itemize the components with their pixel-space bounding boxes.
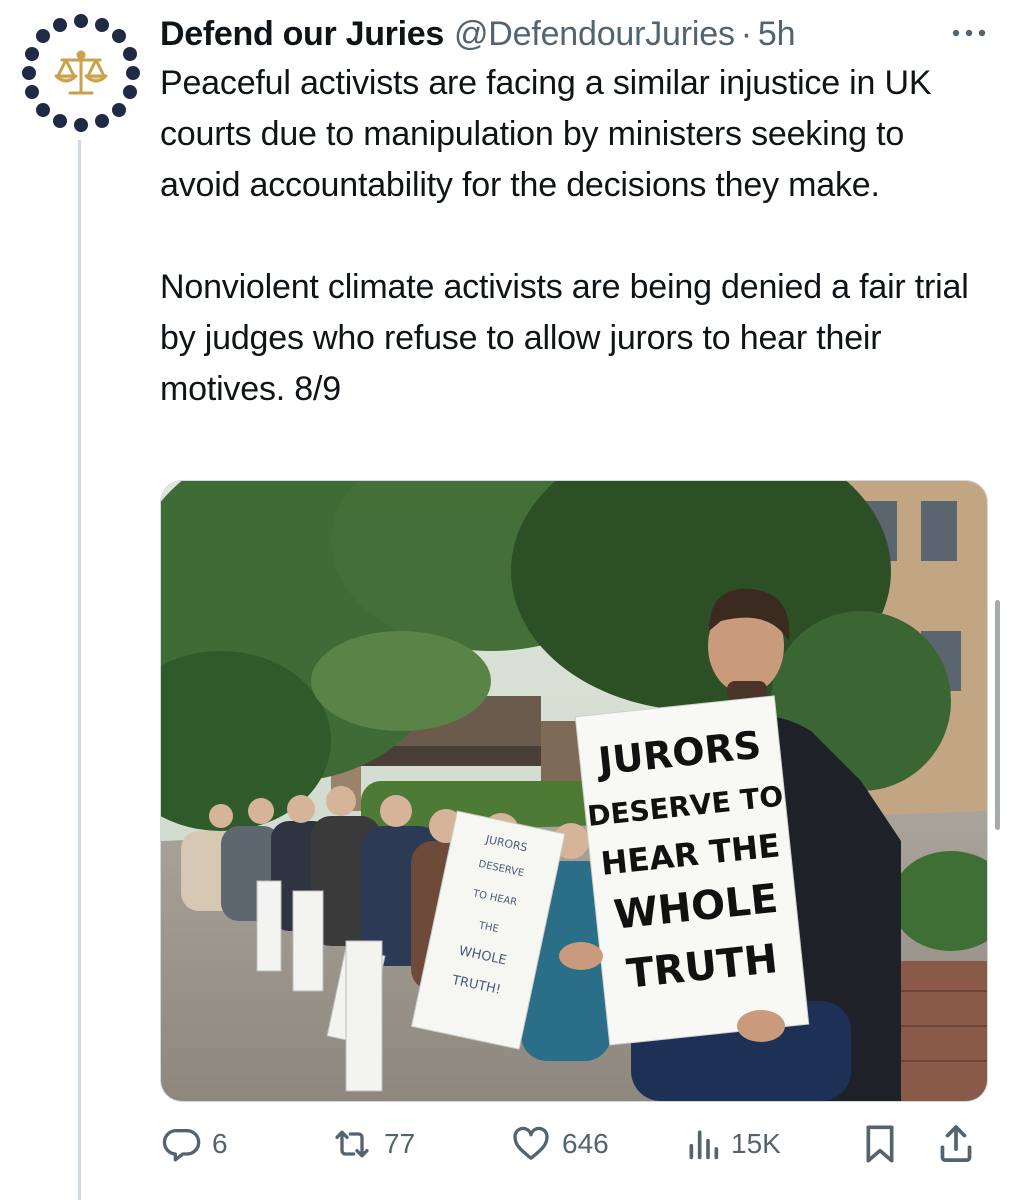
display-name[interactable]: Defend our Juries — [160, 15, 444, 54]
repost-button[interactable]: 77 — [330, 1116, 415, 1172]
tweet-text: Peaceful activists are facing a similar … — [160, 58, 990, 415]
thread-connector-line — [78, 140, 81, 1200]
tweet-paragraph-2: Nonviolent climate activists are being d… — [160, 268, 969, 408]
bookmark-icon — [866, 1125, 894, 1163]
view-count: 15K — [731, 1128, 781, 1159]
reply-button[interactable]: 6 — [162, 1116, 228, 1172]
scales-of-justice-icon — [54, 50, 108, 95]
tweet-action-bar: 6 77 646 15K — [160, 1116, 990, 1172]
views-button[interactable]: 15K — [685, 1116, 781, 1172]
timestamp[interactable]: 5h — [758, 15, 796, 54]
views-icon — [689, 1130, 719, 1160]
user-handle[interactable]: @DefendourJuries — [454, 15, 735, 54]
avatar-logo — [22, 14, 140, 132]
like-count: 646 — [562, 1128, 609, 1159]
tweet-photo[interactable]: JURORS DESERVE TO HEAR THE WHOLE TRUTH! … — [160, 480, 988, 1102]
reply-icon — [162, 1128, 201, 1162]
more-options-button[interactable] — [947, 18, 991, 48]
repost-icon — [335, 1130, 369, 1158]
bookmark-button[interactable] — [860, 1116, 900, 1172]
share-icon — [940, 1125, 972, 1162]
protest-photo: JURORS DESERVE TO HEAR THE WHOLE TRUTH! … — [161, 481, 987, 1101]
avatar[interactable] — [22, 14, 140, 132]
tweet-header: Defend our Juries @DefendourJuries · 5h — [160, 10, 989, 58]
reply-count: 6 — [212, 1128, 228, 1159]
like-button[interactable]: 646 — [510, 1116, 609, 1172]
scrollbar-thumb[interactable] — [995, 600, 1000, 830]
tweet-paragraph-1: Peaceful activists are facing a similar … — [160, 64, 932, 204]
share-button[interactable] — [935, 1116, 977, 1172]
separator-dot: · — [740, 14, 752, 53]
like-icon — [513, 1126, 549, 1160]
repost-count: 77 — [384, 1128, 416, 1159]
more-icon — [952, 29, 986, 37]
